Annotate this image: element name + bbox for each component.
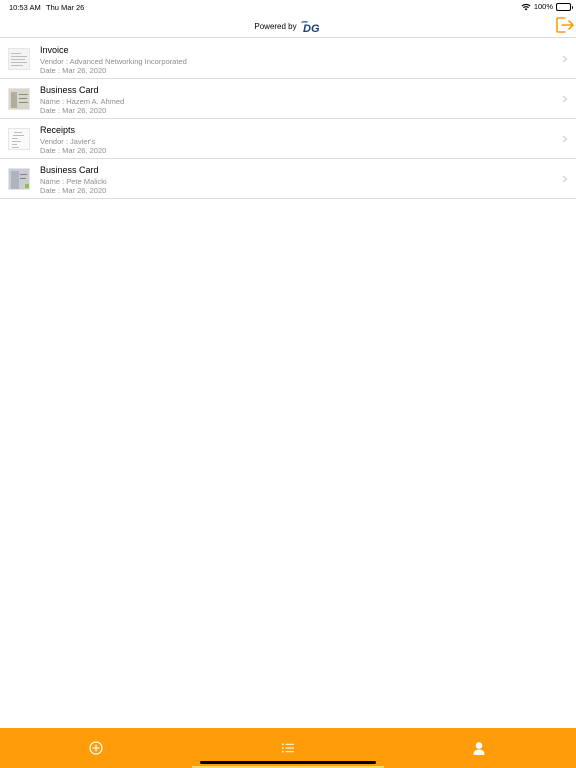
document-date: Date : Mar 26, 2020 bbox=[40, 106, 107, 115]
document-title: Business Card bbox=[40, 165, 99, 175]
logo-text: DG bbox=[303, 23, 320, 33]
list-item[interactable]: Business Card Name : Hazem A. Ahmed Date… bbox=[0, 79, 576, 119]
status-bar: 10:53 AM Thu Mar 26 100% bbox=[0, 0, 576, 14]
battery-icon bbox=[556, 2, 573, 11]
chevron-right-icon bbox=[562, 135, 568, 143]
status-time: 10:53 AM bbox=[9, 3, 41, 12]
document-detail: Vendor : Javier's bbox=[40, 137, 96, 146]
list-item[interactable]: Receipts Vendor : Javier's Date : Mar 26… bbox=[0, 119, 576, 159]
document-title: Invoice bbox=[40, 45, 69, 55]
document-thumbnail bbox=[8, 48, 30, 70]
document-title: Business Card bbox=[40, 85, 99, 95]
chevron-right-icon bbox=[562, 55, 568, 63]
logout-icon[interactable] bbox=[555, 16, 575, 34]
home-indicator bbox=[200, 761, 376, 764]
document-detail: Name : Hazem A. Ahmed bbox=[40, 97, 125, 106]
list-item[interactable]: Invoice Vendor : Advanced Networking Inc… bbox=[0, 39, 576, 79]
list-item[interactable]: Business Card Name : Pete Malicki Date :… bbox=[0, 159, 576, 199]
chevron-right-icon bbox=[562, 95, 568, 103]
profile-icon[interactable] bbox=[471, 740, 487, 756]
list-icon[interactable] bbox=[280, 740, 296, 756]
document-date: Date : Mar 26, 2020 bbox=[40, 66, 107, 75]
wifi-icon bbox=[521, 3, 531, 10]
document-date: Date : Mar 26, 2020 bbox=[40, 186, 107, 195]
header: Powered by DG bbox=[0, 14, 576, 38]
battery-percent: 100% bbox=[533, 2, 553, 11]
chevron-right-icon bbox=[562, 175, 568, 183]
document-detail: Vendor : Advanced Networking Incorporate… bbox=[40, 57, 187, 66]
powered-by-label: Powered by bbox=[254, 22, 297, 31]
document-list: Invoice Vendor : Advanced Networking Inc… bbox=[0, 39, 576, 199]
document-thumbnail bbox=[8, 128, 30, 150]
document-detail: Name : Pete Malicki bbox=[40, 177, 107, 186]
status-date: Thu Mar 26 bbox=[46, 3, 85, 12]
tab-bar bbox=[0, 728, 576, 768]
document-title: Receipts bbox=[40, 125, 76, 135]
document-date: Date : Mar 26, 2020 bbox=[40, 146, 107, 155]
dg-logo: DG bbox=[300, 20, 320, 33]
add-icon[interactable] bbox=[88, 740, 104, 756]
status-right: 100% bbox=[521, 2, 573, 11]
document-thumbnail bbox=[8, 88, 30, 110]
document-thumbnail bbox=[8, 168, 30, 190]
powered-by: Powered by DG bbox=[0, 20, 576, 33]
